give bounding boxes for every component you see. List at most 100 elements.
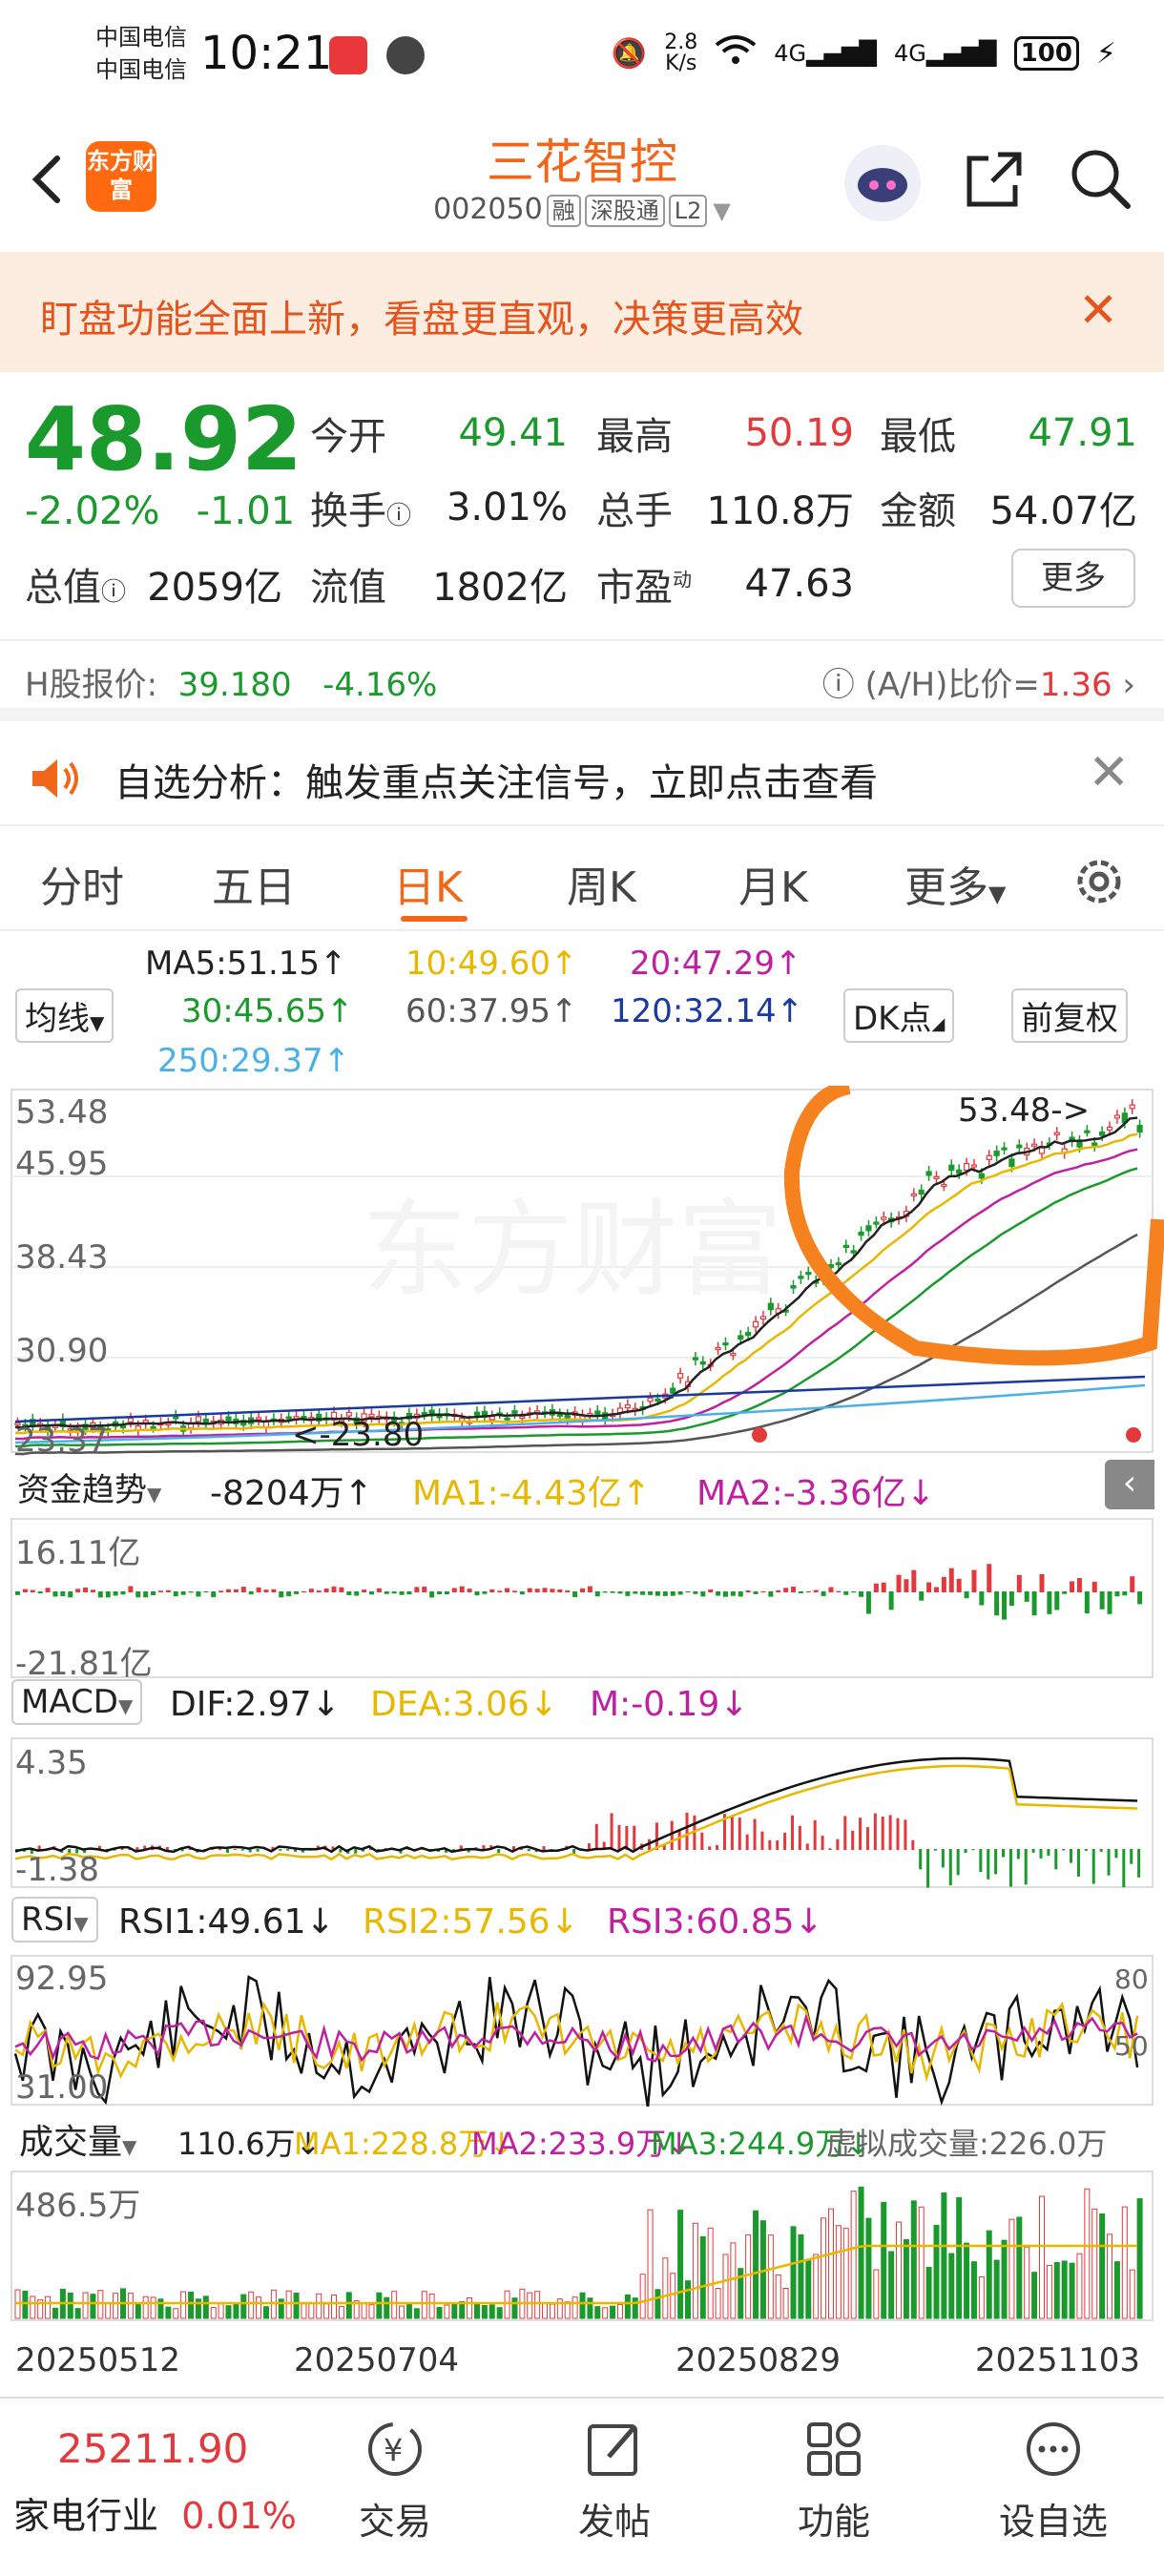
volume-bar (865, 2217, 872, 2319)
volume-bar (993, 2259, 1000, 2319)
candle (759, 1316, 767, 1320)
date-label: 20250829 (676, 2341, 842, 2379)
info-icon[interactable]: ⓘ (101, 578, 126, 607)
macd-chart[interactable] (0, 1736, 1164, 1889)
tab-intraday[interactable]: 分时 (40, 853, 124, 914)
candle (670, 1387, 676, 1394)
promo-banner[interactable]: 盯盘功能全面上新，看盘更直观，决策更高效 ✕ (0, 252, 1164, 372)
flow-bar (437, 1591, 443, 1595)
volume-selector[interactable]: 成交量▼ (11, 2112, 145, 2166)
flow-bar (888, 1591, 894, 1610)
flow-bar (1099, 1591, 1105, 1610)
ma-selector-button[interactable]: 均线▼ (15, 988, 114, 1043)
fund-flow-chart[interactable] (0, 1517, 1164, 1679)
flow-bar (919, 1591, 925, 1601)
macd-bar (904, 1819, 907, 1850)
flow-bar (354, 1591, 360, 1596)
volume-bar (587, 2297, 593, 2319)
rsi-chart[interactable] (0, 1954, 1164, 2107)
flow-bar (331, 1586, 337, 1592)
signal-dot (752, 1427, 767, 1443)
index-info[interactable]: 家电行业 0.01% (13, 2486, 297, 2539)
macd-selector[interactable]: MACD▼ (11, 1679, 143, 1725)
virtual-volume: 虚拟成交量:226.0万 (826, 2126, 1108, 2162)
flow-bar (1130, 1576, 1135, 1592)
add-watchlist-button[interactable]: 设自选 (987, 2406, 1120, 2545)
rsi-selector[interactable]: RSI▼ (11, 1897, 98, 1942)
flow-bar (843, 1591, 849, 1595)
info-icon[interactable]: ⓘ (386, 502, 411, 530)
volume-bar (331, 2294, 338, 2319)
macd-bar (843, 1816, 847, 1850)
collapse-panel-icon[interactable]: ‹ (1105, 1460, 1154, 1509)
macd-bar (873, 1813, 877, 1850)
alert-bar[interactable]: 自选分析：触发重点关注信号，立即点击查看 ✕ (0, 731, 1164, 826)
candle (421, 1412, 427, 1416)
signal-dot (1126, 1427, 1141, 1443)
flow-bar (362, 1589, 367, 1592)
candle (986, 1154, 992, 1160)
tab-more[interactable]: 更多▼ (904, 853, 1006, 914)
volume-bar (127, 2293, 134, 2319)
y-axis-label: 30.90 (15, 1332, 109, 1370)
flow-bar (339, 1587, 344, 1592)
robot-assistant-icon[interactable] (844, 145, 921, 221)
flow-bar (120, 1591, 126, 1595)
flow-bar (451, 1588, 457, 1592)
flow-bar (489, 1589, 495, 1592)
volume-bar (722, 2254, 729, 2319)
h-share-row[interactable]: H股报价: 39.180 -4.16% ⓘ (A/H)比价=1.36 › (0, 639, 1164, 721)
flow-bar (143, 1591, 149, 1598)
tab-weekly-k[interactable]: 周K (567, 853, 636, 914)
fund-flow-selector[interactable]: 资金趋势▼ (10, 1462, 170, 1512)
kline-chart[interactable]: 东方财富 (0, 1086, 1164, 1458)
volume-bar (782, 2288, 789, 2319)
volume-bar (730, 2242, 737, 2319)
volume-chart[interactable] (0, 2170, 1164, 2322)
macd-bar (1039, 1849, 1043, 1859)
volume-bar (1099, 2213, 1106, 2319)
volume-bar (888, 2251, 895, 2319)
date-label: 20250512 (15, 2341, 181, 2379)
volume-bar (624, 2294, 631, 2319)
tab-five-day[interactable]: 五日 (212, 853, 296, 914)
close-icon[interactable]: ✕ (1088, 744, 1130, 801)
macd-bar (240, 1849, 244, 1851)
macd-bar (1076, 1849, 1080, 1877)
post-button[interactable]: 发帖 (548, 2406, 681, 2545)
macd-bar (798, 1825, 801, 1850)
settings-gear-icon[interactable] (1070, 853, 1128, 914)
tab-monthly-k[interactable]: 月K (738, 853, 808, 914)
candle (881, 1216, 887, 1220)
macd-bar (1054, 1849, 1058, 1870)
macd-bar (1008, 1849, 1012, 1887)
volume-bar (45, 2296, 52, 2319)
y-axis-label: 23.37 (15, 1422, 109, 1460)
candle (798, 1276, 804, 1279)
volume-bar (1129, 2269, 1135, 2319)
flow-bar (873, 1583, 879, 1592)
tab-daily-k[interactable]: 日K (393, 853, 463, 914)
ah-ratio[interactable]: ⓘ (A/H)比价=1.36 › (822, 658, 1135, 705)
help-icon[interactable]: ⓘ (822, 666, 855, 704)
macd-bar (1130, 1849, 1133, 1864)
rsi-header: RSI▼ RSI1:49.61↓ RSI2:57.56↓ RSI3:60.85↓ (0, 1897, 1164, 1950)
volume-bar (428, 2293, 435, 2319)
adjust-button[interactable]: 前复权 (1011, 988, 1128, 1043)
search-icon[interactable] (1069, 147, 1133, 216)
dk-point-button[interactable]: DK点◢ (843, 988, 955, 1043)
volume-bar (511, 2297, 518, 2319)
flow-bar (180, 1591, 186, 1595)
close-icon[interactable]: ✕ (1078, 282, 1118, 338)
volume-bar (202, 2296, 209, 2319)
index-value[interactable]: 25211.90 (57, 2425, 248, 2472)
flow-bar (188, 1591, 194, 1593)
flow-bar (933, 1587, 939, 1592)
more-button[interactable]: 更多 (1011, 549, 1135, 608)
flow-bar (511, 1590, 517, 1592)
share-icon[interactable] (964, 149, 1025, 214)
functions-button[interactable]: 功能 (767, 2406, 901, 2545)
flow-bar (1076, 1578, 1082, 1592)
trade-button[interactable]: ¥ 交易 (328, 2406, 462, 2545)
flow-bar (964, 1591, 969, 1599)
